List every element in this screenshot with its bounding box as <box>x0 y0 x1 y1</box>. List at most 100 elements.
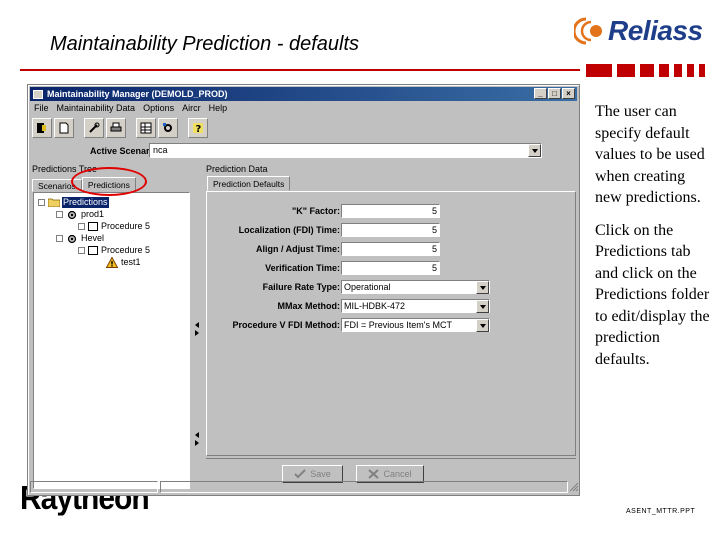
prediction-data-title: Prediction Data <box>206 164 268 174</box>
menu-file[interactable]: File <box>30 102 53 115</box>
panel-splitter[interactable] <box>194 164 201 489</box>
folder-icon <box>48 198 60 207</box>
footer-file-id: ASENT_MTTR.PPT <box>626 508 696 515</box>
cancel-icon <box>368 469 380 479</box>
tree-node-hevel[interactable]: Hevel <box>56 233 105 244</box>
tab-prediction-defaults[interactable]: Prediction Defaults <box>207 176 291 191</box>
checkmark-icon <box>294 469 306 479</box>
verification-time-label: Verification Time: <box>265 263 340 273</box>
tree-expander[interactable] <box>78 247 85 254</box>
grid-icon <box>140 122 152 134</box>
resize-grip-icon[interactable] <box>569 482 579 492</box>
tree-node-procedure-5-a[interactable]: Procedure 5 <box>78 221 151 232</box>
status-segment <box>30 481 158 493</box>
menu-options[interactable]: Options <box>139 102 178 115</box>
status-bar <box>30 481 579 493</box>
expand-right-arrow-icon[interactable] <box>195 440 199 446</box>
mmax-method-value: MIL-HDBK-472 <box>344 301 406 311</box>
localization-time-input[interactable]: 5 <box>341 223 440 237</box>
help-button[interactable]: ? <box>188 118 208 138</box>
active-scenario-value: nca <box>153 145 168 155</box>
cancel-button-label: Cancel <box>383 469 412 479</box>
help-icon: ? <box>193 123 203 134</box>
maximize-button[interactable]: □ <box>548 88 561 99</box>
failure-rate-type-select[interactable]: Operational <box>341 280 490 294</box>
mmax-method-dropdown-button[interactable] <box>476 300 489 313</box>
toolbar: ? <box>32 118 210 138</box>
failure-rate-type-label: Failure Rate Type: <box>262 282 340 292</box>
instructions-text: The user can specify default values to b… <box>595 101 713 381</box>
procedure-v-fdi-method-label: Procedure V FDI Method: <box>232 320 340 330</box>
save-button-label: Save <box>310 469 331 479</box>
predictions-tree: Predictions prod1 Procedure 5 Hevel Proc… <box>33 192 190 489</box>
reliass-logo-mark-icon <box>572 16 608 46</box>
tree-expander[interactable] <box>56 235 63 242</box>
menu-bar: File Maintainability Data Options Aircr … <box>30 102 231 115</box>
failure-rate-type-dropdown-button[interactable] <box>476 281 489 294</box>
tree-node-test1[interactable]: test1 <box>106 257 142 268</box>
localization-time-label: Localization (FDI) Time: <box>238 225 340 235</box>
collapse-left-arrow-icon[interactable] <box>195 322 199 328</box>
instruction-paragraph-2: Click on the Predictions tab and click o… <box>595 221 710 368</box>
exit-button[interactable] <box>32 118 52 138</box>
chevron-down-icon <box>479 285 486 290</box>
settings-icon <box>163 123 172 132</box>
chevron-down-icon <box>479 304 486 309</box>
tools-icon <box>89 122 100 133</box>
exit-icon <box>37 123 46 133</box>
tree-node-label: Procedure 5 <box>101 245 151 255</box>
status-segment <box>160 481 568 493</box>
align-adjust-time-input[interactable]: 5 <box>341 242 440 256</box>
tree-node-predictions[interactable]: Predictions <box>38 197 109 208</box>
svg-text:?: ? <box>196 124 202 134</box>
app-icon <box>33 89 43 99</box>
predictions-tab-highlight <box>71 167 147 196</box>
tree-node-label: Predictions <box>62 197 109 208</box>
tree-expander[interactable] <box>56 211 63 218</box>
window-titlebar[interactable]: Maintainability Manager (DEMOLD_PROD) _ … <box>30 87 577 101</box>
collapse-left-arrow-icon[interactable] <box>195 432 199 438</box>
failure-rate-type-value: Operational <box>344 282 391 292</box>
tree-node-label: Hevel <box>81 233 105 243</box>
tree-node-label: test1 <box>121 257 141 267</box>
maintainability-manager-window: Maintainability Manager (DEMOLD_PROD) _ … <box>27 84 580 496</box>
menu-maintainability-data[interactable]: Maintainability Data <box>53 102 140 115</box>
k-factor-label: "K" Factor: <box>291 206 340 216</box>
mmax-method-select[interactable]: MIL-HDBK-472 <box>341 299 490 313</box>
active-scenario-select[interactable]: nca <box>149 143 542 158</box>
procedure-v-fdi-method-dropdown-button[interactable] <box>476 319 489 332</box>
procedure-icon <box>88 222 98 231</box>
tree-expander[interactable] <box>78 223 85 230</box>
new-button[interactable] <box>54 118 74 138</box>
title-underline <box>20 69 580 71</box>
menu-help[interactable]: Help <box>205 102 232 115</box>
grid-button[interactable] <box>136 118 156 138</box>
procedure-v-fdi-method-select[interactable]: FDI = Previous Item's MCT <box>341 318 490 332</box>
title-decoration <box>586 64 705 77</box>
minimize-button[interactable]: _ <box>534 88 547 99</box>
close-button[interactable]: × <box>562 88 575 99</box>
settings-button[interactable] <box>158 118 178 138</box>
active-scenario-dropdown-button[interactable] <box>528 144 541 157</box>
tree-expander[interactable] <box>38 199 45 206</box>
tree-node-label: Procedure 5 <box>101 221 151 231</box>
tree-node-label: prod1 <box>81 209 105 219</box>
tools-button[interactable] <box>84 118 104 138</box>
tree-node-procedure-5-b[interactable]: Procedure 5 <box>78 245 151 256</box>
warning-icon <box>106 257 118 268</box>
verification-time-input[interactable]: 5 <box>341 261 440 275</box>
window-title: Maintainability Manager (DEMOLD_PROD) <box>47 89 228 99</box>
mmax-method-label: MMax Method: <box>277 301 341 311</box>
slide-title: Maintainability Prediction - defaults <box>50 33 360 55</box>
k-factor-input[interactable]: 5 <box>341 204 440 218</box>
print-icon <box>110 122 122 132</box>
chevron-down-icon <box>531 148 538 153</box>
print-button[interactable] <box>106 118 126 138</box>
procedure-icon <box>88 246 98 255</box>
menu-aircr[interactable]: Aircr <box>178 102 205 115</box>
tree-node-prod1[interactable]: prod1 <box>56 209 105 220</box>
expand-right-arrow-icon[interactable] <box>195 330 199 336</box>
reliass-logo-text: Reliass <box>608 15 703 46</box>
gear-icon <box>67 234 77 243</box>
chevron-down-icon <box>479 323 486 328</box>
